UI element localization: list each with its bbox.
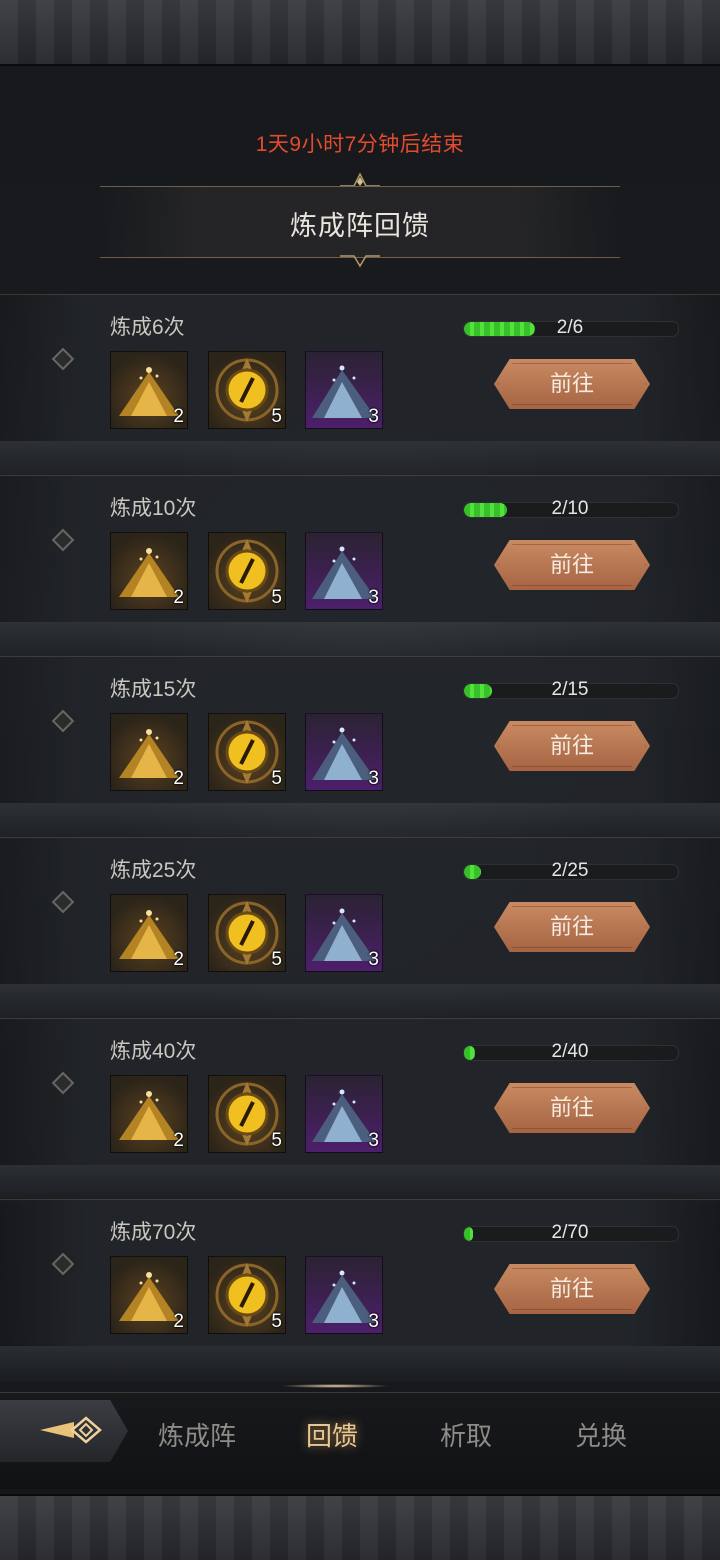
reward-count: 5: [271, 768, 282, 789]
tier-diamond-icon: [51, 347, 75, 371]
reward-count: 2: [173, 1130, 184, 1151]
tier-diamond-icon: [51, 1071, 75, 1095]
back-arrow-diamond-icon: [40, 1416, 102, 1444]
reward-item[interactable]: 3: [305, 1256, 383, 1334]
tier-progress-text: 2/10: [551, 498, 589, 519]
tier-diamond-icon: [51, 528, 75, 552]
reward-item[interactable]: 5: [208, 532, 286, 610]
tier-title: 炼成25次: [110, 859, 197, 882]
tier-progress-text: 2/15: [551, 679, 589, 700]
reward-item[interactable]: 5: [208, 351, 286, 429]
tier-card: 炼成40次 2 5 3 2/40 前往: [0, 1018, 720, 1201]
go-button[interactable]: 前往: [494, 540, 650, 590]
tier-diamond-icon: [51, 890, 75, 914]
reward-count: 5: [271, 1311, 282, 1332]
reward-item[interactable]: 5: [208, 1075, 286, 1153]
tier-title: 炼成70次: [110, 1221, 197, 1244]
reward-count: 5: [271, 949, 282, 970]
page-title: 炼成阵回馈: [290, 211, 430, 241]
reward-count: 3: [368, 949, 379, 970]
reward-count: 5: [271, 406, 282, 427]
reward-item[interactable]: 2: [110, 894, 188, 972]
tier-card: 炼成10次 2 5 3 2/10 前往: [0, 475, 720, 658]
tab-feedback[interactable]: 回馈: [272, 1416, 392, 1453]
bottom-frame-border: [0, 1494, 720, 1560]
reward-item[interactable]: 2: [110, 351, 188, 429]
go-button[interactable]: 前往: [494, 359, 650, 409]
active-tab-glow: [280, 1384, 390, 1388]
tier-diamond-icon: [51, 709, 75, 733]
reward-item[interactable]: 3: [305, 351, 383, 429]
title-bottom-ornament-icon: [340, 255, 380, 268]
reward-count: 3: [368, 1311, 379, 1332]
reward-item[interactable]: 5: [208, 1256, 286, 1334]
reward-count: 5: [271, 1130, 282, 1151]
reward-count: 3: [368, 1130, 379, 1151]
reward-item[interactable]: 5: [208, 713, 286, 791]
reward-item[interactable]: 3: [305, 894, 383, 972]
tab-refining-array[interactable]: 炼成阵: [137, 1416, 257, 1453]
tier-title: 炼成10次: [110, 497, 197, 520]
reward-item[interactable]: 2: [110, 532, 188, 610]
nav-back-button[interactable]: [0, 1400, 128, 1462]
tier-progress-text: 2/40: [551, 1041, 589, 1062]
top-frame-border: [0, 0, 720, 66]
reward-count: 3: [368, 587, 379, 608]
tab-extract[interactable]: 析取: [406, 1416, 526, 1453]
reward-count: 5: [271, 587, 282, 608]
reward-count: 3: [368, 768, 379, 789]
tier-card: 炼成6次 2 5 3 2/6 前往: [0, 294, 720, 477]
reward-item[interactable]: 5: [208, 894, 286, 972]
tier-card: 炼成70次 2 5 3 2/70 前往: [0, 1199, 720, 1382]
tier-title: 炼成40次: [110, 1040, 197, 1063]
reward-count: 2: [173, 768, 184, 789]
reward-item[interactable]: 3: [305, 1075, 383, 1153]
event-countdown: 1天9小时7分钟后结束: [255, 133, 465, 156]
reward-count: 2: [173, 949, 184, 970]
reward-count: 2: [173, 1311, 184, 1332]
tier-title: 炼成15次: [110, 678, 197, 701]
go-button[interactable]: 前往: [494, 721, 650, 771]
title-top-ornament-icon: [340, 172, 380, 187]
go-button[interactable]: 前往: [494, 1264, 650, 1314]
reward-count: 2: [173, 587, 184, 608]
reward-item[interactable]: 2: [110, 1075, 188, 1153]
reward-count: 2: [173, 406, 184, 427]
tier-progress-text: 2/70: [551, 1222, 589, 1243]
tier-progress-text: 2/25: [551, 860, 589, 881]
reward-item[interactable]: 2: [110, 1256, 188, 1334]
reward-item[interactable]: 2: [110, 713, 188, 791]
reward-count: 3: [368, 406, 379, 427]
tier-title: 炼成6次: [110, 316, 185, 339]
tier-card: 炼成25次 2 5 3 2/25 前往: [0, 837, 720, 1020]
tier-card: 炼成15次 2 5 3 2/15 前往: [0, 656, 720, 839]
go-button[interactable]: 前往: [494, 902, 650, 952]
reward-item[interactable]: 3: [305, 713, 383, 791]
tier-progress-text: 2/6: [556, 317, 584, 338]
tier-diamond-icon: [51, 1252, 75, 1276]
tab-exchange[interactable]: 兑换: [541, 1416, 661, 1453]
go-button[interactable]: 前往: [494, 1083, 650, 1133]
reward-item[interactable]: 3: [305, 532, 383, 610]
